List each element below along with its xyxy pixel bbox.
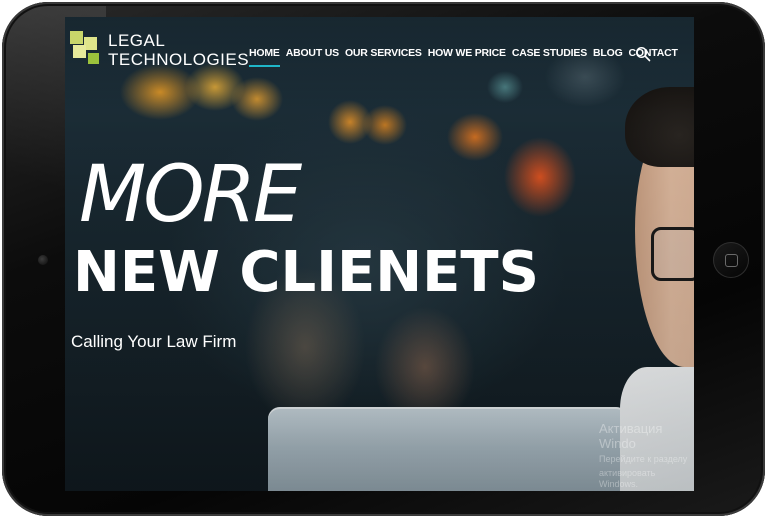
hero-heading-line1: MORE [79,150,302,240]
home-button[interactable] [713,242,749,278]
camera-icon [38,255,48,265]
nav-home[interactable]: HOME [249,47,280,67]
site-logo[interactable]: LEGAL TECHNOLOGIES [70,31,249,71]
nav-case-studies[interactable]: CASE STUDIES [512,47,587,67]
search-icon[interactable] [635,46,651,62]
activation-watermark: Активация Windo Перейдите к разделу акти… [599,421,694,490]
logo-square [73,45,86,58]
watermark-line1: Активация Windo [599,421,663,451]
logo-line2: TECHNOLOGIES [108,50,250,69]
logo-icon [70,31,102,71]
tablet-frame: LEGAL TECHNOLOGIES HOME ABOUT US OUR SER… [2,2,765,516]
website-screen: LEGAL TECHNOLOGIES HOME ABOUT US OUR SER… [65,17,694,491]
nav-how-we-price[interactable]: HOW WE PRICE [428,47,506,67]
logo-line1: LEGAL [108,31,166,50]
main-nav: HOME ABOUT US OUR SERVICES HOW WE PRICE … [249,47,678,67]
hero-heading-line2: NEW CLIENETS [73,240,539,305]
nav-our-services[interactable]: OUR SERVICES [345,47,422,67]
watermark-line2: Перейдите к разделу [599,454,688,464]
nav-about-us[interactable]: ABOUT US [286,47,339,67]
logo-square [88,53,99,64]
home-button-icon [724,253,738,267]
logo-square [70,31,83,44]
hero-subtitle: Calling Your Law Firm [71,332,237,351]
watermark-line3: активировать Windows. [599,468,656,489]
logo-text: LEGAL TECHNOLOGIES [108,31,249,69]
nav-blog[interactable]: BLOG [593,47,623,67]
